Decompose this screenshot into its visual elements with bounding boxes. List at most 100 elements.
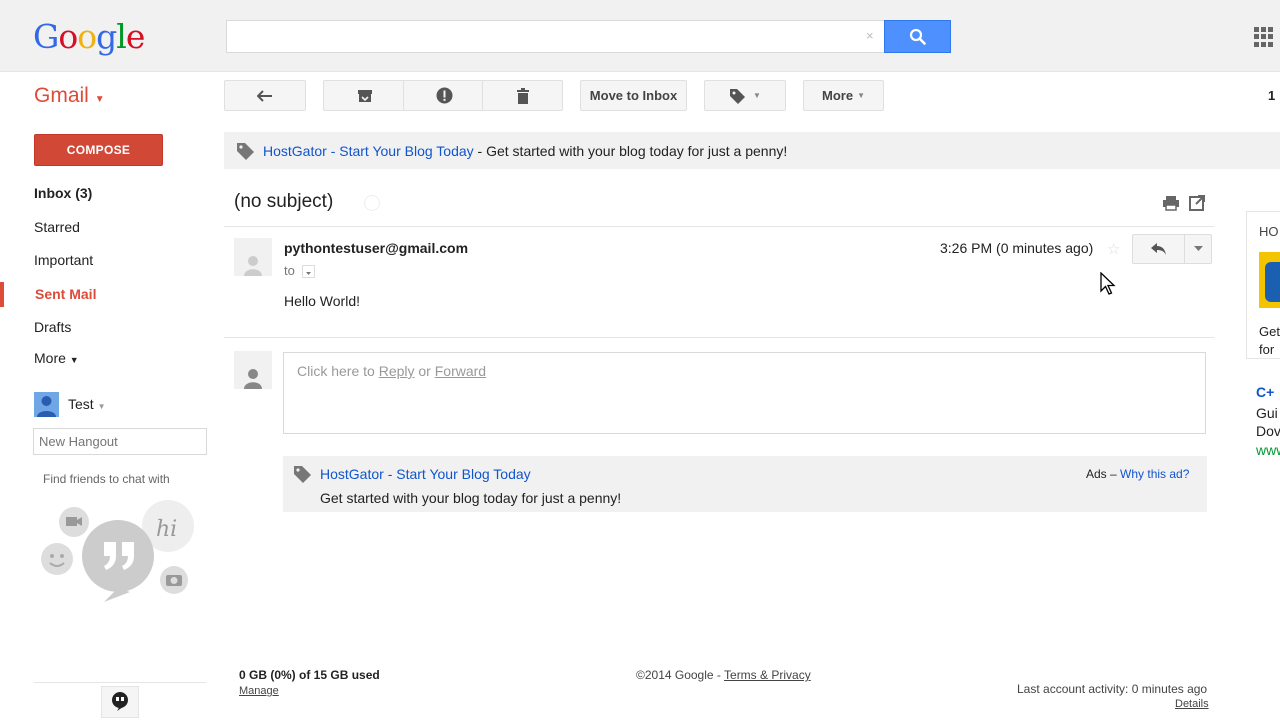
copyright: ©2014 Google - Terms & Privacy [636, 668, 811, 682]
bottom-ad-description: Get started with your blog today for jus… [320, 490, 622, 506]
right-ad-image [1259, 252, 1280, 308]
active-indicator [0, 282, 4, 307]
reply-icon [1150, 243, 1166, 255]
archive-icon [357, 89, 372, 102]
reply-prompt: Click here to Reply or Forward [297, 363, 486, 379]
show-details-dropdown[interactable] [302, 265, 315, 278]
reply-link[interactable]: Reply [379, 363, 415, 379]
label-tag-icon [294, 466, 311, 483]
more-button[interactable]: More ▼ [803, 80, 884, 111]
chevron-down-icon: ▼ [857, 91, 865, 100]
recipient-label: to [284, 263, 295, 278]
why-this-ad-link[interactable]: Why this ad? [1120, 467, 1189, 481]
top-ad-title-link[interactable]: HostGator - Start Your Blog Today [263, 143, 474, 159]
chevron-down-icon [1193, 246, 1203, 251]
find-friends-text: Find friends to chat with [43, 472, 170, 486]
chevron-down-icon: ▼ [753, 91, 761, 100]
right-ad-card[interactable]: HO Get for [1246, 211, 1280, 359]
more-actions-button[interactable] [1184, 234, 1212, 264]
logo-letter-e: e [125, 17, 146, 56]
bottom-ad-title-link[interactable]: HostGator - Start Your Blog Today [320, 466, 531, 482]
message-subject: (no subject) [234, 191, 334, 212]
sidebar-item-starred[interactable]: Starred [34, 219, 80, 235]
message-divider [224, 337, 1214, 338]
search-icon [909, 28, 926, 45]
back-button[interactable] [224, 80, 306, 111]
star-icon[interactable]: ☆ [1107, 240, 1120, 258]
message-divider [224, 226, 1214, 227]
gmail-label: Gmail [34, 84, 89, 107]
move-to-inbox-button[interactable]: Move to Inbox [580, 80, 687, 111]
back-arrow-icon [257, 89, 272, 102]
logo-letter-g2: g [96, 17, 117, 56]
sidebar-more-label: More [34, 350, 66, 366]
sidebar-divider [34, 682, 206, 683]
sidebar-item-more[interactable]: More ▼ [34, 350, 79, 366]
ads-info: Ads – Why this ad? [1086, 467, 1189, 481]
hangouts-user-menu[interactable]: Test ▼ [68, 396, 106, 412]
right-ad-label: HO [1259, 224, 1279, 239]
hangouts-user-name: Test [68, 396, 94, 412]
terms-privacy-link[interactable]: Terms & Privacy [724, 668, 811, 682]
google-logo[interactable]: Google [33, 17, 146, 56]
report-spam-button[interactable] [403, 80, 484, 111]
forward-link[interactable]: Forward [435, 363, 486, 379]
search-button[interactable] [884, 20, 951, 53]
right-ad-text-line: Dov [1256, 423, 1280, 439]
chevron-down-icon: ▼ [94, 94, 105, 105]
new-window-icon[interactable] [1189, 195, 1205, 211]
quote-bubble-icon [82, 520, 154, 592]
search-clear-icon[interactable]: × [866, 28, 874, 43]
gmail-menu[interactable]: Gmail ▼ [34, 84, 105, 108]
message-time: 3:26 PM (0 minutes ago) [940, 240, 1094, 256]
ads-label: Ads – [1086, 467, 1121, 481]
top-ad-text: HostGator - Start Your Blog Today - Get … [263, 143, 787, 159]
top-ad-separator: - [473, 143, 487, 159]
smiley-bubble-icon [41, 543, 73, 575]
sidebar-item-drafts[interactable]: Drafts [34, 319, 71, 335]
person-icon [244, 369, 262, 389]
manage-storage-link[interactable]: Manage [239, 685, 279, 697]
search-input[interactable] [226, 20, 884, 53]
message-body: Hello World! [284, 293, 360, 309]
last-account-activity: Last account activity: 0 minutes ago [1017, 682, 1208, 696]
compose-button[interactable]: COMPOSE [34, 134, 163, 166]
top-ad-description: Get started with your blog today for jus… [486, 143, 788, 159]
more-label: More [822, 88, 854, 103]
hangouts-user-avatar[interactable] [34, 392, 59, 417]
sender-email[interactable]: pythontestuser@gmail.com [284, 240, 468, 256]
person-icon [244, 256, 262, 276]
sidebar-item-inbox[interactable]: Inbox (3) [34, 185, 92, 201]
storage-usage: 0 GB (0%) of 15 GB used [239, 668, 380, 682]
person-icon [37, 396, 56, 417]
logo-letter-o2: o [77, 17, 97, 56]
hangouts-toggle-button[interactable] [101, 686, 139, 718]
right-ad-text-line: Gui [1256, 405, 1278, 421]
new-hangout-input[interactable] [33, 428, 207, 455]
right-ad-line2: for [1259, 342, 1275, 357]
right-ad-title-link[interactable]: C+ [1256, 384, 1274, 400]
trash-icon [516, 87, 529, 104]
chevron-down-icon: ▼ [97, 402, 106, 411]
right-ad-url[interactable]: www [1256, 442, 1280, 458]
archive-button[interactable] [323, 80, 405, 111]
print-icon[interactable] [1162, 195, 1180, 211]
sidebar-item-important[interactable]: Important [34, 252, 93, 268]
label-icon [730, 88, 746, 104]
reply-button[interactable] [1132, 234, 1185, 264]
sender-avatar [234, 238, 272, 276]
hangouts-icon [112, 692, 128, 711]
apps-grid-icon[interactable] [1254, 27, 1274, 47]
copyright-text: ©2014 Google - [636, 668, 725, 682]
labels-button[interactable]: ▼ [704, 80, 786, 111]
reply-prompt-or: or [414, 363, 435, 379]
reply-prompt-prefix: Click here to [297, 363, 379, 379]
sidebar-item-sent-mail[interactable]: Sent Mail [35, 286, 96, 302]
chevron-down-icon [306, 272, 311, 275]
reply-avatar [234, 351, 272, 389]
right-ad-line1: Get [1259, 324, 1280, 339]
delete-button[interactable] [482, 80, 563, 111]
details-link[interactable]: Details [1175, 698, 1209, 710]
page-count: 1 [1268, 88, 1276, 103]
importance-marker[interactable] [364, 195, 380, 211]
